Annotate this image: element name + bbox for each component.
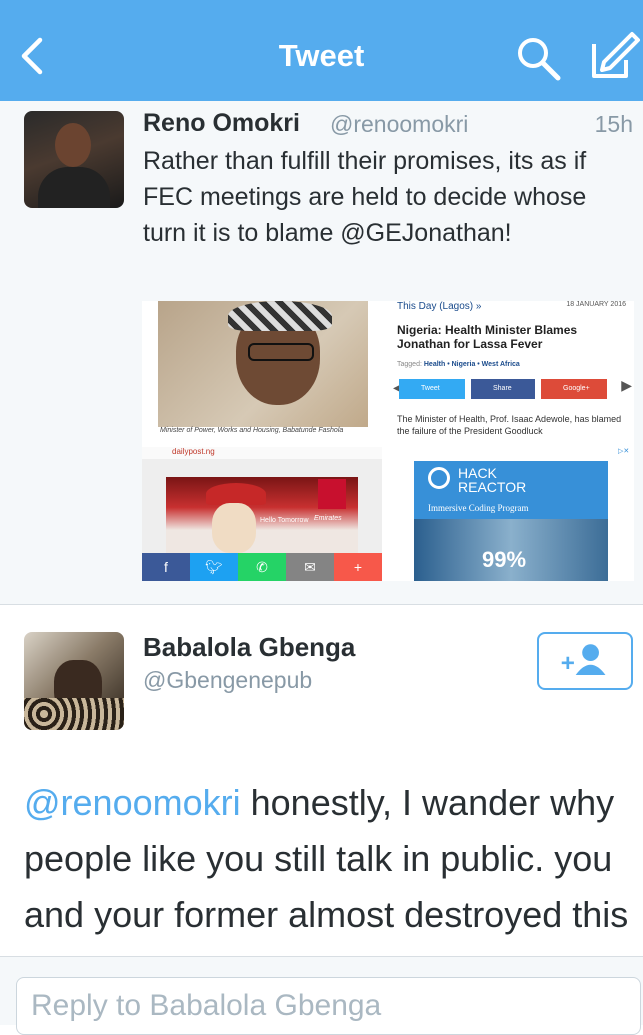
tweet-image-collage[interactable]: Minister of Power, Works and Housing, Ba… [142,301,634,581]
article-tags: Tagged: Health • Nigeria • West Africa [397,361,520,368]
divider [0,604,643,605]
author-handle[interactable]: @Gbengenepub [143,667,312,694]
ad-stat: 99% [482,547,527,572]
reply-bar [0,956,643,1035]
share-google-button: Google+ [541,379,607,399]
emirates-logo [318,479,346,509]
author-handle[interactable]: @renoomokri [330,111,468,138]
photo-caption: Minister of Power, Works and Housing, Ba… [160,427,344,434]
add-user-icon: + [561,644,606,677]
whatsapp-icon: ✆ [238,553,286,581]
tweet-text: Rather than fulfill their promises, its … [143,147,587,247]
news-article-screenshot: This Day (Lagos) » 18 JANUARY 2016 Niger… [393,301,634,441]
avatar[interactable] [24,111,124,208]
share-twitter-button: Tweet [399,379,465,399]
article-headline: Nigeria: Health Minister Blames Jonathan… [397,323,578,351]
share-bar: f 🐦︎ ✆ ✉ + [142,553,382,581]
twitter-icon: 🐦︎ [190,553,238,581]
ad-tagline: Immersive Coding Program [428,503,529,513]
email-icon: ✉ [286,553,334,581]
article-source: This Day (Lagos) » [397,301,482,312]
hack-reactor-ad: ▷✕ HACK REACTOR Immersive Coding Program… [388,447,634,581]
author-name[interactable]: Babalola Gbenga [143,632,355,663]
share-facebook-button: Share [471,379,535,399]
ad-brand-line2: REACTOR [458,479,527,495]
site-name: dailypost.ng [142,447,382,459]
right-arrow-icon: ▶ [621,377,632,393]
ad-slogan: Hello Tomorrow [260,517,309,524]
compose-icon[interactable] [588,30,640,82]
ad-brand: Emirates [314,515,342,522]
reply-input[interactable] [16,977,641,1035]
search-icon[interactable] [514,34,562,82]
quoted-tweet[interactable]: Reno Omokri @renoomokri 15h Rather than … [0,101,643,604]
article-date: 18 JANUARY 2016 [566,301,626,308]
facebook-icon: f [142,553,190,581]
tweet-timestamp: 15h [594,111,633,137]
plus-icon: + [334,553,382,581]
ad-choices-icon: ▷✕ [618,448,630,455]
article-body: The Minister of Health, Prof. Isaac Adew… [397,414,622,436]
svg-text:+: + [561,650,575,677]
mention-link[interactable]: @renoomokri [24,782,241,823]
fashola-photo: Minister of Power, Works and Housing, Ba… [158,301,368,441]
emirates-ad-screenshot: dailypost.ng Hello Tomorrow Emirates f 🐦… [142,447,382,581]
author-name[interactable]: Reno Omokri [143,109,300,138]
top-navigation-bar: Tweet [0,0,643,101]
hack-reactor-logo [428,467,450,489]
follow-button[interactable]: + [537,632,633,690]
avatar[interactable] [24,632,124,730]
